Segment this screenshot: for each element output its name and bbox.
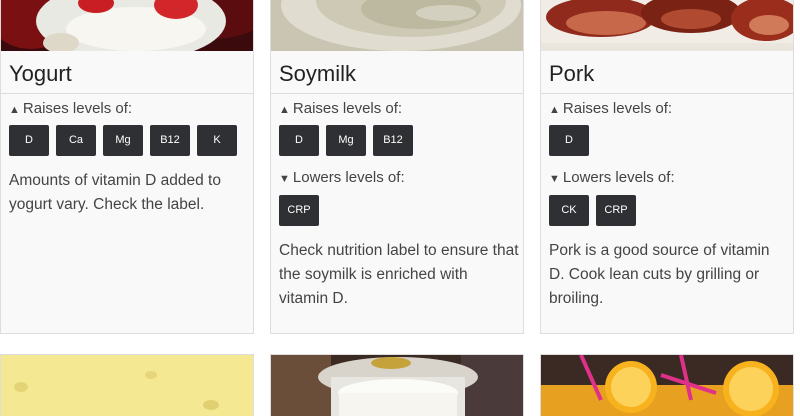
- card-title: Soymilk: [279, 61, 357, 86]
- yogurt-image[interactable]: [1, 0, 253, 51]
- triangle-up-icon: ▲: [279, 104, 290, 116]
- nutrient-chip[interactable]: Ca: [56, 125, 96, 156]
- food-card-pork[interactable]: Pork ▲ Raises levels of: D ▼ Lowers levels…: [540, 0, 794, 334]
- card-title: Yogurt: [9, 61, 72, 86]
- raises-chips: D: [549, 125, 589, 156]
- food-card-yogurt[interactable]: Yogurt ▲ Raises levels of: D Ca Mg B12 K …: [0, 0, 254, 334]
- nutrient-chip[interactable]: Mg: [326, 125, 366, 156]
- food-card-cheese[interactable]: [0, 354, 254, 416]
- pork-image[interactable]: [541, 0, 793, 51]
- milk-image[interactable]: [271, 355, 523, 416]
- lowers-label: ▼ Lowers levels of:: [549, 169, 675, 186]
- divider: [1, 93, 253, 94]
- soymilk-image[interactable]: [271, 0, 523, 51]
- lowers-label: ▼ Lowers levels of:: [279, 169, 405, 186]
- nutrient-chip[interactable]: CRP: [279, 195, 319, 226]
- card-description: Pork is a good source of vitamin D. Cook…: [549, 242, 770, 307]
- raises-chips: D Mg B12: [279, 125, 413, 156]
- nutrient-chip[interactable]: D: [549, 125, 589, 156]
- raises-chips: D Ca Mg B12 K: [9, 125, 237, 156]
- nutrient-chip[interactable]: CK: [549, 195, 589, 226]
- nutrient-chip[interactable]: D: [279, 125, 319, 156]
- divider: [271, 93, 523, 94]
- lowers-chips: CK CRP: [549, 195, 636, 226]
- food-grid: Yogurt ▲ Raises levels of: D Ca Mg B12 K …: [0, 0, 800, 416]
- triangle-down-icon: ▼: [279, 173, 290, 185]
- nutrient-chip[interactable]: B12: [150, 125, 190, 156]
- triangle-down-icon: ▼: [549, 173, 560, 185]
- cheese-image[interactable]: [1, 355, 253, 416]
- card-description: Amounts of vitamin D added to yogurt var…: [9, 172, 221, 213]
- triangle-up-icon: ▲: [549, 104, 560, 116]
- nutrient-chip[interactable]: K: [197, 125, 237, 156]
- food-card-orange-juice[interactable]: [540, 354, 794, 416]
- raises-label: ▲ Raises levels of:: [279, 100, 403, 117]
- lowers-chips: CRP: [279, 195, 319, 226]
- card-title: Pork: [549, 61, 595, 86]
- raises-label: ▲ Raises levels of:: [9, 100, 133, 117]
- food-card-soymilk[interactable]: Soymilk ▲ Raises levels of: D Mg B12 ▼ Low…: [270, 0, 524, 334]
- nutrient-chip[interactable]: CRP: [596, 195, 636, 226]
- nutrient-chip[interactable]: B12: [373, 125, 413, 156]
- nutrient-chip[interactable]: Mg: [103, 125, 143, 156]
- raises-label: ▲ Raises levels of:: [549, 100, 673, 117]
- nutrient-chip[interactable]: D: [9, 125, 49, 156]
- orange-juice-image[interactable]: [541, 355, 793, 416]
- card-description: Check nutrition label to ensure that the…: [279, 242, 519, 307]
- divider: [541, 93, 793, 94]
- triangle-up-icon: ▲: [9, 104, 20, 116]
- food-card-milk[interactable]: [270, 354, 524, 416]
